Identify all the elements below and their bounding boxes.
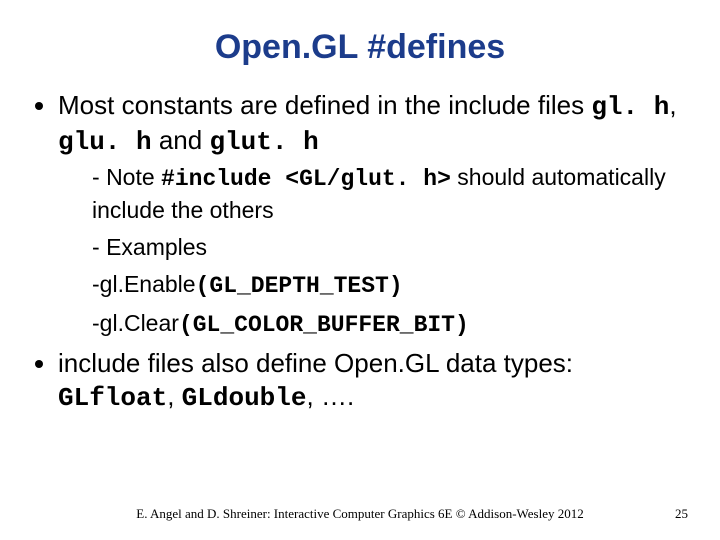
- code-gl-h: gl. h: [591, 92, 669, 122]
- sub-3: gl.Enable(GL_DEPTH_TEST): [92, 269, 680, 302]
- sub-4: gl.Clear(GL_COLOR_BUFFER_BIT): [92, 308, 680, 341]
- slide-title: Open.GL #defines: [40, 28, 680, 67]
- code-glu-h: glu. h: [58, 127, 152, 157]
- code-gldouble: GLdouble: [182, 383, 307, 413]
- footer-text: E. Angel and D. Shreiner: Interactive Co…: [0, 506, 720, 522]
- bullet-1-sep1: ,: [669, 90, 676, 120]
- bullet-2-pre: include files also define Open.GL data t…: [58, 348, 573, 378]
- bullet-2-post: , ….: [307, 381, 355, 411]
- code-color-buffer: (GL_COLOR_BUFFER_BIT): [179, 312, 469, 338]
- slide: Open.GL #defines Most constants are defi…: [0, 0, 720, 540]
- sub-1-pre: Note: [106, 164, 161, 190]
- page-number: 25: [675, 506, 688, 522]
- bullet-1-pre: Most constants are defined in the includ…: [58, 90, 591, 120]
- bullet-list: Most constants are defined in the includ…: [58, 89, 680, 414]
- bullet-2-sep1: ,: [167, 381, 181, 411]
- sub-2: Examples: [92, 232, 680, 263]
- sub-1: Note #include <GL/glut. h> should automa…: [92, 162, 680, 226]
- code-include: #include <GL/glut. h>: [161, 166, 451, 192]
- sub-3a: gl.Enable: [100, 271, 196, 297]
- bullet-1-mid: and: [152, 125, 210, 155]
- bullet-2: include files also define Open.GL data t…: [58, 347, 680, 414]
- bullet-1: Most constants are defined in the includ…: [58, 89, 680, 341]
- code-glfloat: GLfloat: [58, 383, 167, 413]
- sub-4a: gl.Clear: [100, 310, 179, 336]
- code-glut-h: glut. h: [209, 127, 318, 157]
- code-depth-test: (GL_DEPTH_TEST): [196, 273, 403, 299]
